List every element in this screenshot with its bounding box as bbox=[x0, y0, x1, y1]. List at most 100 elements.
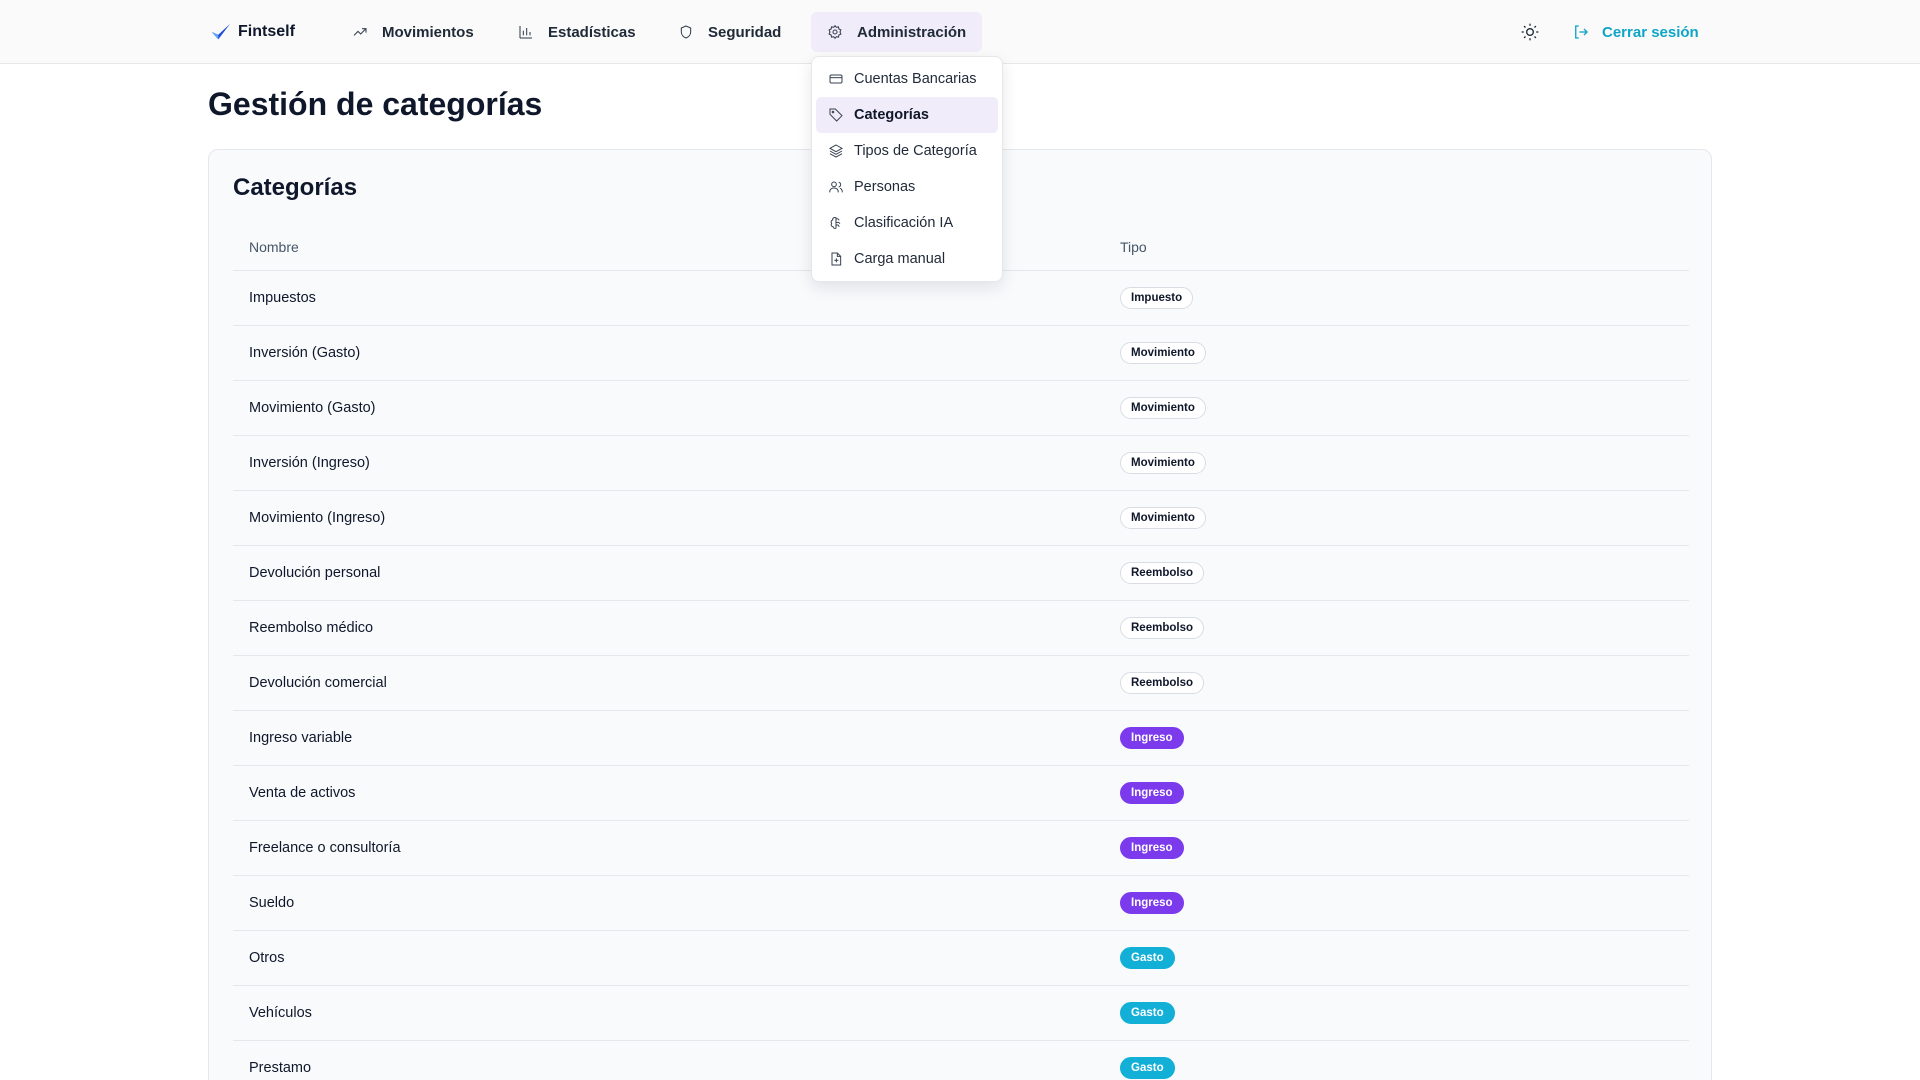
nav-label: Estadísticas bbox=[548, 23, 636, 41]
table-row: Reembolso médico Reembolso bbox=[233, 601, 1689, 656]
table-row: Devolución personal Reembolso bbox=[233, 546, 1689, 601]
menu-item-label: Categorías bbox=[854, 107, 929, 123]
table-row: Inversión (Gasto) Movimiento bbox=[233, 326, 1689, 381]
logout-label: Cerrar sesión bbox=[1602, 23, 1699, 41]
type-badge: Gasto bbox=[1120, 1057, 1175, 1079]
categories-table: Nombre Tipo Impuestos Impuesto Inversión (… bbox=[233, 224, 1689, 1080]
table-row: Movimiento (Gasto) Movimiento bbox=[233, 381, 1689, 436]
logout-button[interactable]: Cerrar sesión bbox=[1572, 20, 1699, 44]
shield-icon bbox=[680, 25, 692, 39]
brain-icon bbox=[830, 217, 841, 229]
card-title: Categorías bbox=[233, 174, 358, 201]
theme-toggle-button[interactable] bbox=[1520, 22, 1540, 42]
type-badge: Movimiento bbox=[1120, 507, 1206, 529]
category-name: Venta de activos bbox=[249, 785, 356, 801]
table-body: Impuestos Impuesto Inversión (Gasto) Movimi… bbox=[233, 271, 1689, 1080]
table-row: Prestamo Gasto bbox=[233, 1041, 1689, 1080]
type-badge: Ingreso bbox=[1120, 727, 1184, 749]
type-cell: Gasto bbox=[1120, 1057, 1175, 1079]
menu-item-cuentas-bancarias[interactable]: Cuentas Bancarias bbox=[816, 61, 998, 97]
category-name: Freelance o consultoría bbox=[249, 840, 401, 856]
type-cell: Ingreso bbox=[1120, 727, 1184, 749]
type-badge: Gasto bbox=[1120, 947, 1175, 969]
table-row: Inversión (Ingreso) Movimiento bbox=[233, 436, 1689, 491]
type-badge: Gasto bbox=[1120, 1002, 1175, 1024]
category-name: Otros bbox=[249, 950, 285, 966]
type-cell: Reembolso bbox=[1120, 562, 1204, 584]
type-cell: Reembolso bbox=[1120, 617, 1204, 639]
checkmark-logo-icon bbox=[211, 23, 231, 40]
table-row: Freelance o consultoría Ingreso bbox=[233, 821, 1689, 876]
sun-icon bbox=[1521, 23, 1539, 41]
category-name: Inversión (Ingreso) bbox=[249, 455, 370, 471]
gear-icon bbox=[828, 24, 842, 40]
category-name: Ingreso variable bbox=[249, 730, 353, 746]
menu-item-label: Tipos de Categoría bbox=[854, 143, 977, 159]
table-row: Otros Gasto bbox=[233, 931, 1689, 986]
page-title: Gestión de categorías bbox=[208, 86, 543, 122]
type-cell: Impuesto bbox=[1120, 287, 1194, 309]
type-cell: Movimiento bbox=[1120, 452, 1206, 474]
menu-item-categorias[interactable]: Categorías bbox=[816, 97, 998, 133]
category-name: Prestamo bbox=[249, 1060, 312, 1076]
menu-item-carga-manual[interactable]: Carga manual bbox=[816, 241, 998, 277]
type-badge: Movimiento bbox=[1120, 342, 1206, 364]
type-cell: Movimiento bbox=[1120, 397, 1206, 419]
administracion-dropdown-menu: Cuentas Bancarias Categorías Tipos de Ca… bbox=[811, 56, 1003, 282]
menu-item-clasificacion-ia[interactable]: Clasificación IA bbox=[816, 205, 998, 241]
menu-item-tipos-de-categoria[interactable]: Tipos de Categoría bbox=[816, 133, 998, 169]
category-name: Reembolso médico bbox=[249, 620, 374, 636]
nav-label: Movimientos bbox=[382, 23, 474, 41]
category-name: Sueldo bbox=[249, 895, 295, 911]
type-cell: Movimiento bbox=[1120, 507, 1206, 529]
nav-administracion[interactable]: Administración bbox=[811, 12, 983, 52]
menu-item-label: Cuentas Bancarias bbox=[854, 71, 977, 87]
type-badge: Movimiento bbox=[1120, 452, 1206, 474]
trending-up-icon bbox=[353, 28, 367, 36]
table-row: Vehículos Gasto bbox=[233, 986, 1689, 1041]
category-name: Impuestos bbox=[249, 290, 316, 306]
layers-icon bbox=[828, 144, 844, 158]
table-row: Ingreso variable Ingreso bbox=[233, 711, 1689, 766]
table-row: Sueldo Ingreso bbox=[233, 876, 1689, 931]
table-row: Venta de activos Ingreso bbox=[233, 766, 1689, 821]
type-badge: Ingreso bbox=[1120, 837, 1184, 859]
type-badge: Movimiento bbox=[1120, 397, 1206, 419]
nav-estadisticas[interactable]: Estadísticas bbox=[502, 12, 652, 52]
category-name: Devolución comercial bbox=[249, 675, 387, 691]
column-header-tipo: Tipo bbox=[1120, 239, 1147, 255]
menu-item-label: Clasificación IA bbox=[854, 215, 954, 231]
category-name: Movimiento (Gasto) bbox=[249, 400, 376, 416]
type-cell: Gasto bbox=[1120, 947, 1175, 969]
categories-card: Categorías Nombre Tipo Impuestos Impuesto… bbox=[208, 149, 1712, 1080]
type-cell: Ingreso bbox=[1120, 892, 1184, 914]
type-cell: Movimiento bbox=[1120, 342, 1206, 364]
brand-logo[interactable]: Fintself bbox=[210, 18, 295, 46]
menu-item-label: Personas bbox=[854, 179, 916, 195]
type-badge: Reembolso bbox=[1120, 672, 1204, 694]
type-cell: Ingreso bbox=[1120, 837, 1184, 859]
type-badge: Ingreso bbox=[1120, 892, 1184, 914]
file-plus-icon bbox=[831, 252, 842, 266]
type-badge: Reembolso bbox=[1120, 617, 1204, 639]
bar-chart-icon bbox=[519, 26, 532, 39]
type-badge: Reembolso bbox=[1120, 562, 1204, 584]
column-header-nombre: Nombre bbox=[249, 239, 299, 255]
table-row: Movimiento (Ingreso) Movimiento bbox=[233, 491, 1689, 546]
logout-icon bbox=[1575, 25, 1588, 39]
category-name: Movimiento (Ingreso) bbox=[249, 510, 386, 526]
category-name: Devolución personal bbox=[249, 565, 381, 581]
type-cell: Gasto bbox=[1120, 1002, 1175, 1024]
nav-movimientos[interactable]: Movimientos bbox=[336, 12, 490, 52]
menu-item-personas[interactable]: Personas bbox=[816, 169, 998, 205]
type-cell: Ingreso bbox=[1120, 782, 1184, 804]
nav-label: Administración bbox=[857, 23, 967, 41]
nav-label: Seguridad bbox=[708, 23, 782, 41]
type-cell: Reembolso bbox=[1120, 672, 1204, 694]
type-badge: Impuesto bbox=[1120, 287, 1194, 309]
category-name: Vehículos bbox=[249, 1005, 312, 1021]
brand-name: Fintself bbox=[238, 23, 295, 40]
credit-card-icon bbox=[829, 74, 843, 84]
table-row: Devolución comercial Reembolso bbox=[233, 656, 1689, 711]
nav-seguridad[interactable]: Seguridad bbox=[662, 12, 797, 52]
